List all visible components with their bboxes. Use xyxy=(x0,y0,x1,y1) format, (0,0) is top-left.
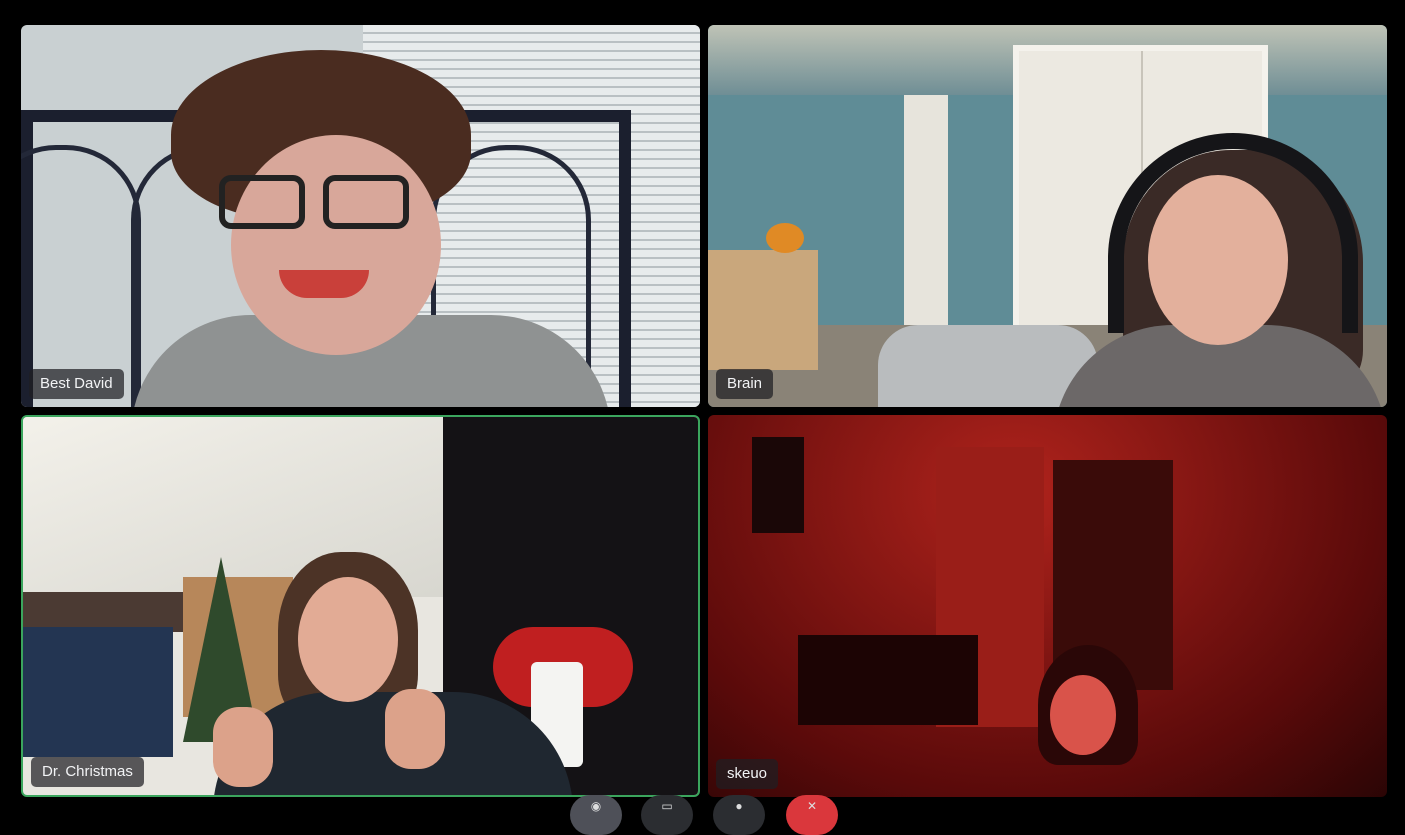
door xyxy=(904,95,948,325)
activity-icon: ● xyxy=(735,799,743,813)
poster xyxy=(752,437,804,533)
activity-button[interactable]: ● xyxy=(713,795,765,835)
thumbs-up-left xyxy=(213,707,273,787)
participant-face xyxy=(231,135,441,355)
desk xyxy=(798,635,978,725)
dresser xyxy=(708,250,818,370)
participant-name-tag: Dr. Christmas xyxy=(31,757,144,787)
participant-face xyxy=(298,577,398,702)
screen-share-icon: ▭ xyxy=(661,799,673,813)
glasses xyxy=(211,175,421,235)
video-tile-dr-christmas[interactable]: Dr. Christmas xyxy=(21,415,700,797)
video-feed xyxy=(23,417,698,795)
participant-name-tag: Best David xyxy=(29,369,124,399)
camera-button[interactable]: ◉ xyxy=(570,795,622,835)
thumbs-up-right xyxy=(385,689,445,769)
pumpkin xyxy=(766,223,804,253)
camera-icon: ◉ xyxy=(590,799,602,813)
leave-call-icon: ✕ xyxy=(806,799,818,813)
video-feed xyxy=(708,415,1387,797)
video-tile-skeuo[interactable]: skeuo xyxy=(708,415,1387,797)
video-tile-best-david[interactable]: Best David xyxy=(21,25,700,407)
video-feed xyxy=(708,25,1387,407)
video-tile-brain[interactable]: Brain xyxy=(708,25,1387,407)
participant-name-tag: skeuo xyxy=(716,759,779,789)
bed xyxy=(23,627,173,757)
participant-name-tag: Brain xyxy=(716,369,774,399)
call-controls-bar: ◉ ▭ ● ✕ xyxy=(0,795,1405,835)
participant-face xyxy=(1050,675,1116,755)
screen-share-button[interactable]: ▭ xyxy=(641,795,693,835)
leave-call-button[interactable]: ✕ xyxy=(786,795,838,835)
video-feed xyxy=(21,25,700,407)
